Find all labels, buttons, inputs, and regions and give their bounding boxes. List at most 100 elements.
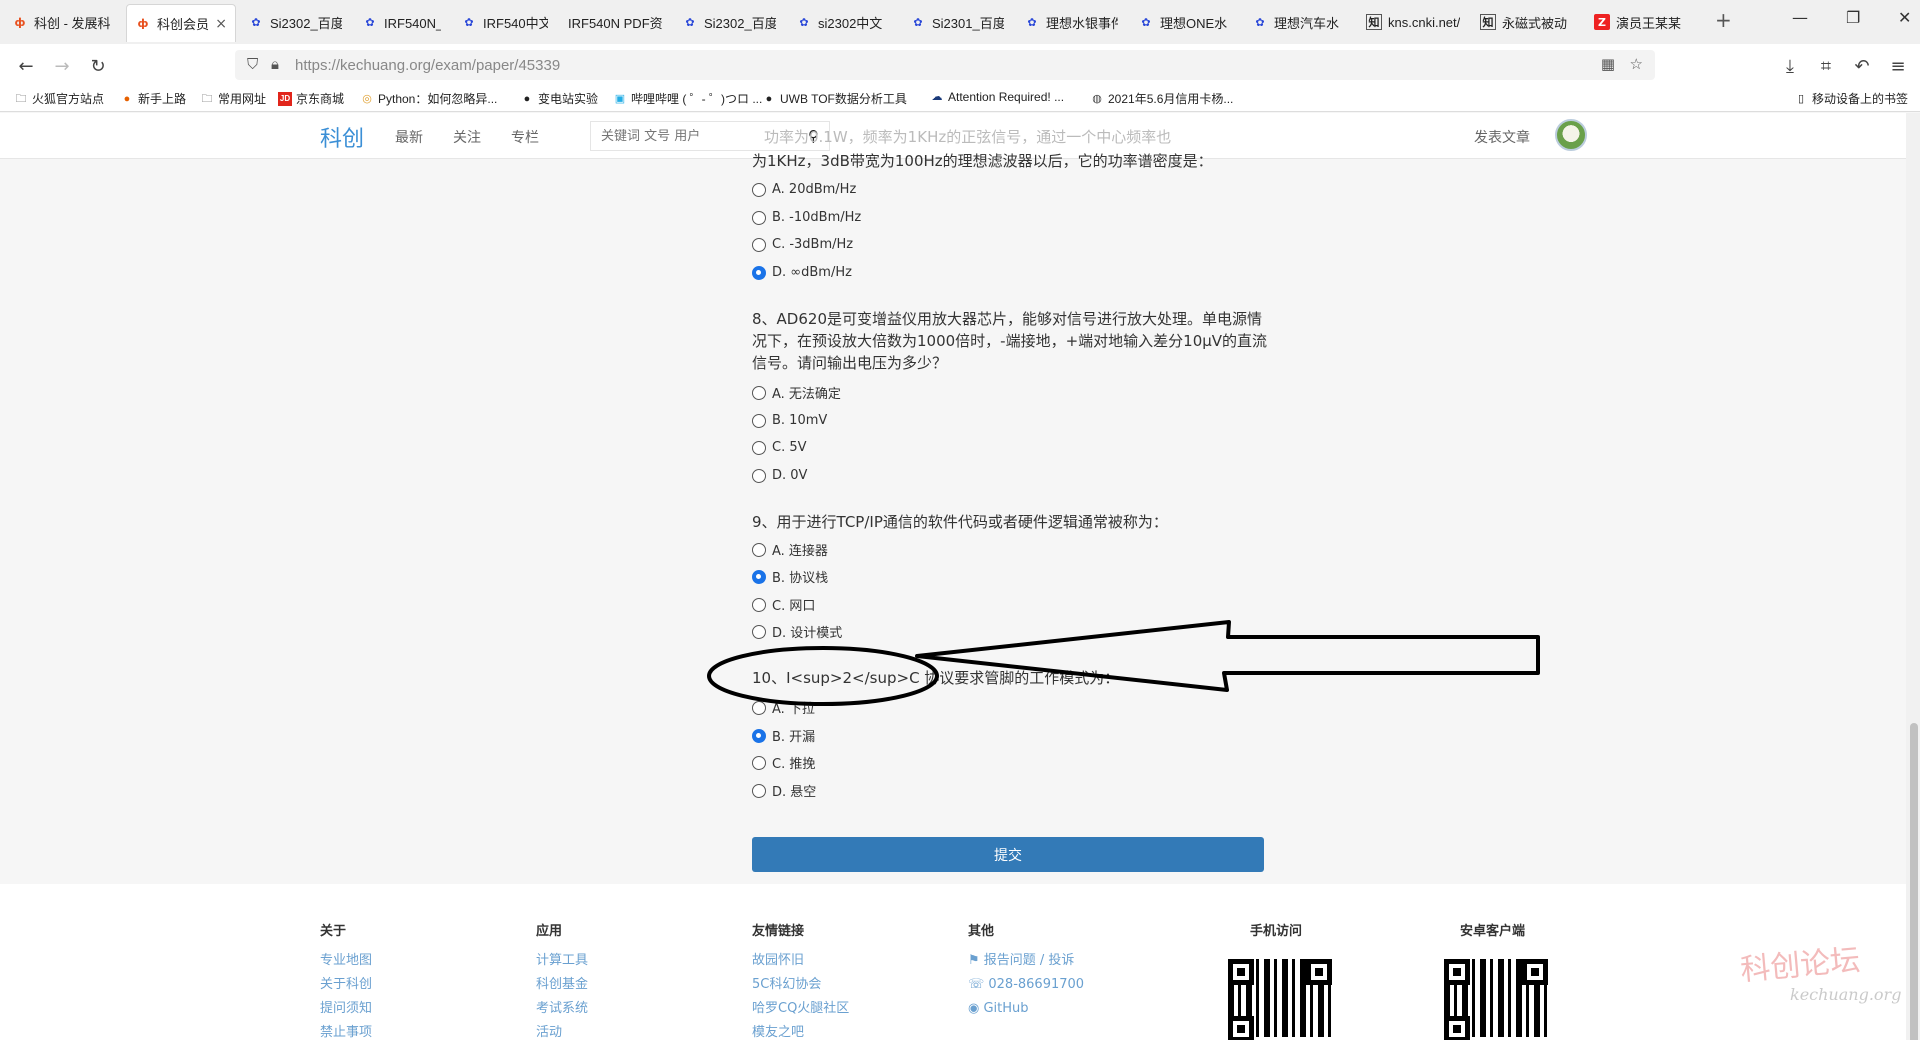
footer-link[interactable]: 故园怀旧	[752, 949, 849, 973]
question-8-option[interactable]: C. 5V	[752, 434, 807, 462]
radio-button[interactable]	[752, 542, 766, 557]
question-9-option[interactable]: B. 协议栈	[752, 563, 828, 591]
browser-tab[interactable]: ф 科创会员专 ×	[126, 4, 236, 42]
footer-link[interactable]: 专业地图	[320, 949, 372, 973]
browser-tab[interactable]: ✿ si2302中文	[788, 4, 898, 40]
bookmark-item[interactable]: ● 变电站实验	[520, 90, 598, 107]
bookmark-item[interactable]: ▣ 哔哩哔哩 ( ゜- ゜)つロ ...	[613, 90, 763, 107]
footer-link[interactable]: 关于科创	[320, 973, 372, 997]
question-10-option[interactable]: C. 推挽	[752, 749, 815, 777]
radio-button[interactable]	[752, 569, 766, 584]
radio-button[interactable]	[752, 728, 766, 743]
radio-button[interactable]	[752, 700, 766, 715]
close-window-icon[interactable]: ✕	[1898, 8, 1911, 27]
radio-button[interactable]	[752, 210, 766, 225]
browser-tab[interactable]: IRF540N PDF资	[560, 4, 670, 40]
question-7-option[interactable]: A. 20dBm/Hz	[752, 176, 856, 204]
radio-button[interactable]	[752, 440, 766, 455]
back-icon[interactable]: ←	[12, 52, 40, 80]
nav-following[interactable]: 关注	[453, 127, 481, 147]
radio-button[interactable]	[752, 385, 766, 400]
qr-code-icon[interactable]: ▦	[1601, 55, 1615, 73]
question-10-option[interactable]: D. 悬空	[752, 777, 816, 805]
minimize-icon[interactable]: —	[1792, 8, 1808, 27]
menu-icon[interactable]: ≡	[1884, 52, 1912, 80]
url-text[interactable]: https://kechuang.org/exam/paper/45339	[295, 57, 560, 74]
new-tab-icon[interactable]: +	[1715, 8, 1732, 32]
footer-link[interactable]: 哈罗CQ火腿社区	[752, 997, 849, 1021]
question-8-option[interactable]: A. 无法确定	[752, 379, 841, 407]
download-icon[interactable]: ⤓	[1776, 52, 1804, 80]
radio-button[interactable]	[752, 597, 766, 612]
restore-icon[interactable]: ❐	[1846, 8, 1860, 27]
nav-latest[interactable]: 最新	[395, 127, 423, 147]
footer-link[interactable]: ☏ 028-86691700	[968, 973, 1084, 997]
radio-button[interactable]	[752, 468, 766, 483]
nav-columns[interactable]: 专栏	[511, 127, 539, 147]
footer-link[interactable]: ⚑ 报告问题 / 投诉	[968, 949, 1084, 973]
address-bar[interactable]: ⛉ 🔒︎ https://kechuang.org/exam/paper/453…	[235, 50, 1655, 80]
footer-link[interactable]: 禁止事项	[320, 1021, 372, 1040]
question-9-option[interactable]: C. 网口	[752, 591, 815, 619]
browser-tab[interactable]: 知永磁式被动	[1472, 4, 1582, 40]
footer-link[interactable]: 模友之吧	[752, 1021, 849, 1040]
question-10-option[interactable]: A. 下拉	[752, 694, 815, 722]
reload-icon[interactable]: ↻	[84, 52, 112, 80]
bookmark-item[interactable]: ◍ 2021年5.6月信用卡杨...	[1090, 90, 1233, 107]
question-7-option[interactable]: D. ∞dBm/Hz	[752, 259, 852, 287]
bookmark-item[interactable]: ☁ Attention Required! ...	[930, 90, 1065, 104]
footer-link[interactable]: ◉ GitHub	[968, 997, 1084, 1021]
radio-button[interactable]	[752, 265, 766, 280]
footer-link[interactable]: 计算工具	[536, 949, 588, 973]
question-9-option[interactable]: A. 连接器	[752, 536, 828, 564]
question-7-option[interactable]: C. -3dBm/Hz	[752, 231, 853, 259]
footer-link[interactable]: 考试系统	[536, 997, 588, 1021]
bookmark-item[interactable]: ● 新手上路	[120, 90, 186, 107]
bookmark-item[interactable]: 🗀 火狐官方站点	[14, 90, 105, 107]
browser-tab[interactable]: ✿ IRF540N_百	[354, 4, 449, 40]
shield-icon[interactable]: ⛉	[247, 55, 258, 73]
radio-button[interactable]	[752, 182, 766, 197]
radio-button[interactable]	[752, 755, 766, 770]
question-8-option[interactable]: D. 0V	[752, 462, 807, 490]
bookmark-item[interactable]: ◎ Python：如何忽略异...	[360, 90, 497, 107]
forward-icon[interactable]: →	[48, 52, 76, 80]
undo-icon[interactable]: ↶	[1848, 52, 1876, 80]
question-7-option[interactable]: B. -10dBm/Hz	[752, 204, 861, 232]
question-9-option[interactable]: D. 设计模式	[752, 618, 842, 646]
radio-button[interactable]	[752, 783, 766, 798]
avatar[interactable]	[1555, 119, 1587, 151]
browser-tab[interactable]: ф 科创 - 发展科	[4, 4, 122, 40]
browser-tab[interactable]: ✿ Si2302_百度	[240, 4, 350, 40]
bookmark-item[interactable]: JD 京东商城	[278, 90, 344, 107]
radio-button[interactable]	[752, 413, 766, 428]
question-10-option[interactable]: B. 开漏	[752, 722, 815, 750]
site-logo[interactable]: 科创	[320, 121, 364, 153]
browser-tab[interactable]: ✿ 理想汽车水	[1244, 4, 1354, 40]
radio-button[interactable]	[752, 624, 766, 639]
tab-close-icon[interactable]: ×	[215, 16, 227, 32]
browser-tab[interactable]: ✿ 理想水银事件	[1016, 4, 1126, 40]
publish-article-link[interactable]: 发表文章	[1474, 127, 1530, 147]
question-8-option[interactable]: B. 10mV	[752, 407, 827, 435]
radio-button[interactable]	[752, 237, 766, 252]
bookmark-star-icon[interactable]: ☆	[1630, 55, 1643, 73]
browser-tab[interactable]: 知 kns.cnki.net/	[1358, 4, 1468, 40]
submit-button[interactable]: 提交	[752, 837, 1264, 872]
browser-tab[interactable]: ✿ 理想ONE水	[1130, 4, 1240, 40]
footer-link[interactable]: 5C科幻协会	[752, 973, 849, 997]
crop-icon[interactable]: ⌗	[1812, 52, 1840, 80]
browser-tab[interactable]: ✿ Si2301_百度	[902, 4, 1012, 40]
browser-tab[interactable]: Z 演员王某某	[1586, 4, 1696, 40]
scrollbar-thumb[interactable]	[1910, 723, 1918, 1040]
browser-tab[interactable]: ✿ Si2302_百度	[674, 4, 784, 40]
footer-link[interactable]: 科创基金	[536, 973, 588, 997]
footer-link[interactable]: 提问须知	[320, 997, 372, 1021]
mobile-bookmarks[interactable]: ▯ 移动设备上的书签	[1794, 90, 1908, 107]
footer-link[interactable]: 活动	[536, 1021, 588, 1040]
lock-icon[interactable]: 🔒︎	[271, 55, 279, 73]
bookmark-item[interactable]: ● UWB TOF数据分析工具	[762, 90, 907, 107]
bookmark-item[interactable]: 🗀 常用网址	[200, 90, 267, 107]
browser-tab[interactable]: ✿ IRF540中文	[453, 4, 556, 40]
page-scrollbar[interactable]	[1906, 113, 1920, 1040]
